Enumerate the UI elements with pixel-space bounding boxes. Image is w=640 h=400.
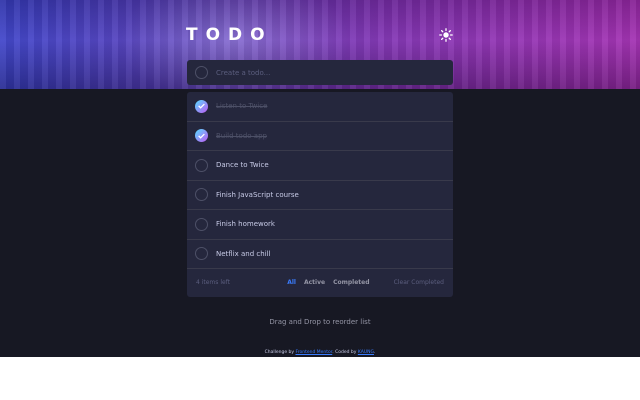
todo-text: Finish homework — [216, 220, 275, 229]
new-todo-bar — [187, 60, 453, 85]
todo-text: Build todo app — [216, 131, 267, 140]
todo-checkbox[interactable] — [195, 99, 208, 113]
new-todo-checkbox[interactable] — [195, 66, 208, 79]
new-todo-input[interactable] — [216, 62, 436, 83]
reorder-hint: Drag and Drop to reorder list — [269, 318, 371, 326]
todo-checkbox[interactable] — [195, 247, 208, 261]
todo-item[interactable]: Dance to Twice — [187, 151, 453, 181]
check-icon — [198, 133, 205, 139]
todo-item[interactable]: Netflix and chill — [187, 240, 453, 269]
filter-active[interactable]: Active — [304, 279, 325, 286]
sun-icon — [439, 28, 453, 42]
attribution: Challenge by Frontend Mentor. Coded by K… — [0, 350, 640, 355]
todo-checkbox[interactable] — [195, 158, 208, 172]
todo-item[interactable]: Finish JavaScript course — [187, 181, 453, 210]
todo-text: Finish JavaScript course — [216, 190, 299, 199]
check-icon — [198, 103, 205, 109]
clear-completed-button[interactable]: Clear Completed — [394, 279, 444, 286]
frontend-mentor-link[interactable]: Frontend Mentor — [295, 350, 332, 355]
filter-tabs: All Active Completed — [287, 279, 369, 286]
todo-checkbox[interactable] — [195, 188, 208, 202]
todo-text: Netflix and chill — [216, 249, 271, 258]
filter-completed[interactable]: Completed — [333, 279, 369, 286]
attribution-prefix: Challenge by — [264, 350, 295, 355]
app-background: TODO Listen to Twice Build todo app Dance … — [0, 0, 640, 357]
todo-list: Listen to Twice Build todo app Dance to Tw… — [187, 92, 453, 297]
author-link[interactable]: KAUNG — [358, 350, 374, 355]
todo-list-footer: 4 items left All Active Completed Clear … — [187, 269, 453, 296]
todo-item[interactable]: Listen to Twice — [187, 92, 453, 122]
items-left-count: 4 items left — [196, 279, 231, 286]
attribution-suffix: . — [373, 350, 376, 355]
todo-text: Dance to Twice — [216, 161, 269, 170]
todo-item[interactable]: Build todo app — [187, 122, 453, 151]
app-title: TODO — [186, 25, 273, 45]
theme-toggle-button[interactable] — [437, 26, 455, 44]
todo-checkbox[interactable] — [195, 217, 208, 231]
filter-all[interactable]: All — [287, 279, 296, 286]
todo-text: Listen to Twice — [216, 102, 268, 111]
todo-item[interactable]: Finish homework — [187, 210, 453, 240]
todo-checkbox[interactable] — [195, 129, 208, 143]
attribution-middle: . Coded by — [332, 350, 357, 355]
